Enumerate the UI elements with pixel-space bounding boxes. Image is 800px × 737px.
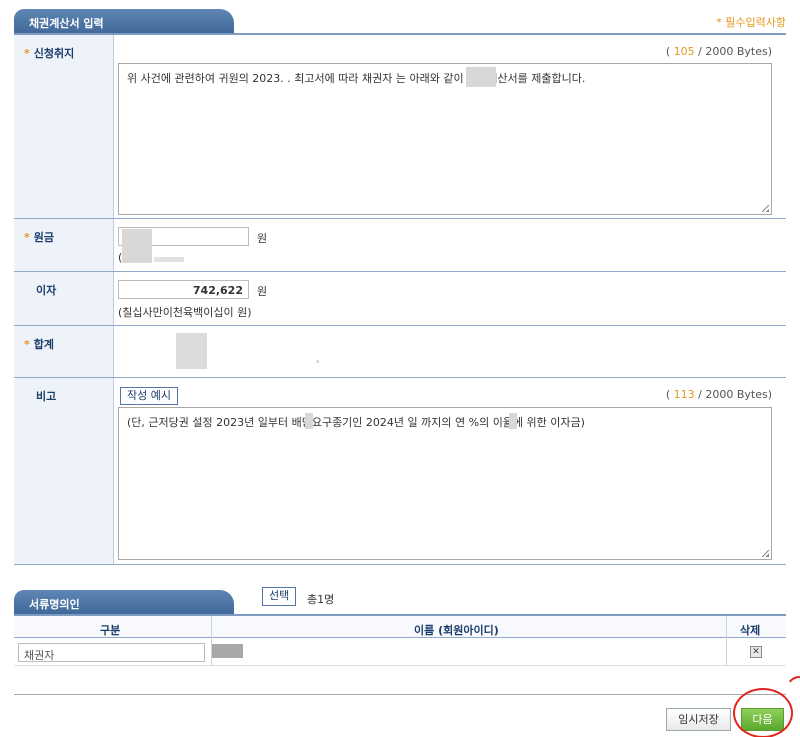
required-note: * 필수입력사항 — [716, 16, 786, 29]
signer-type-input[interactable]: 채권자 — [18, 643, 205, 662]
table-row: 채권자 ✕ — [14, 638, 786, 666]
redacted-block — [176, 333, 207, 369]
section-header-claim: 채권계산서 입력 — [14, 9, 242, 34]
signer-table-header: 구분 이름 (회원아이디) 삭제 — [14, 614, 786, 638]
row-interest: 이자 742,622 원 (칠십사만이천육백이십이 원) — [14, 272, 786, 326]
resize-handle[interactable] — [762, 205, 769, 212]
select-button[interactable]: 선택 — [262, 587, 297, 606]
row-total: * 합계 , — [14, 326, 786, 378]
row-remarks: 비고 작성 예시 ( 113 / 2000 Bytes) (단, 근저당권 설정… — [14, 378, 786, 565]
row-purpose: * 신청취지 ( 105 / 2000 Bytes) 위 사건에 관련하여 귀원의… — [14, 35, 786, 219]
remarks-label: 비고 — [14, 378, 114, 564]
total-mark: , — [316, 352, 320, 365]
remarks-byte-counter: ( 113 / 2000 Bytes) — [665, 388, 772, 401]
purpose-label: * 신청취지 — [14, 35, 114, 218]
principal-unit: 원 — [257, 232, 268, 245]
redacted-block — [122, 229, 152, 263]
principal-korean: ( — [118, 251, 123, 264]
principal-label: * 원금 — [14, 219, 114, 271]
col-name: 이름 (회원아이디) — [414, 624, 499, 637]
interest-unit: 원 — [257, 285, 268, 298]
section-title: 채권계산서 입력 — [14, 9, 242, 34]
row-principal: * 원금 원 ( — [14, 219, 786, 272]
col-delete: 삭제 — [740, 624, 761, 637]
interest-label: 이자 — [14, 272, 114, 325]
redacted-block — [154, 257, 184, 262]
purpose-textarea[interactable]: 위 사건에 관련하여 귀원의 2023. . 최고서에 따라 채권자 는 아래와… — [118, 63, 772, 215]
redacted-block — [509, 413, 517, 429]
total-label: * 합계 — [14, 326, 114, 377]
interest-korean: (칠십사만이천육백이십이 원) — [118, 306, 252, 319]
redacted-block — [305, 413, 313, 429]
redacted-block — [466, 67, 496, 87]
resize-handle[interactable] — [762, 550, 769, 557]
purpose-byte-counter: ( 105 / 2000 Bytes) — [665, 45, 772, 58]
section-header-signers: 서류명의인 — [14, 590, 242, 615]
write-example-button[interactable]: 작성 예시 — [120, 387, 178, 405]
footer-divider — [14, 694, 786, 695]
remarks-textarea[interactable]: (단, 근저당권 설정 2023년 일부터 배당요구종기인 2024년 일 까지… — [118, 407, 772, 560]
required-star: * — [24, 47, 30, 60]
signer-name — [212, 644, 243, 658]
temp-save-button[interactable]: 임시저장 — [666, 708, 731, 731]
section-title: 서류명의인 — [14, 590, 242, 615]
col-type: 구분 — [100, 624, 121, 637]
delete-icon[interactable]: ✕ — [750, 646, 762, 658]
interest-input[interactable]: 742,622 — [118, 280, 249, 299]
signer-count: 총1명 — [307, 593, 335, 606]
